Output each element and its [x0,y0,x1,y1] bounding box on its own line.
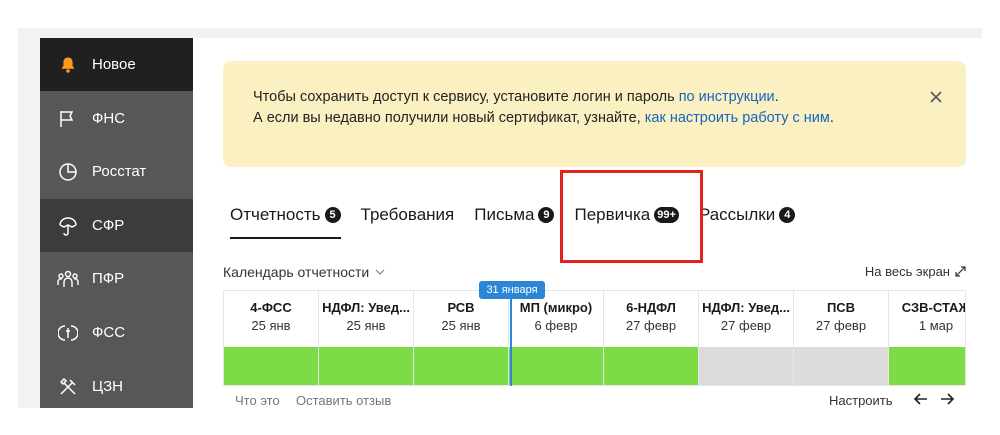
tab-label: Отчетность [230,205,321,224]
calendar-title: Календарь отчетности [223,264,370,280]
sidebar-item-label: ФСС [92,324,126,341]
expand-icon [955,266,966,277]
calendar-column[interactable]: 6-НДФЛ 27 февр [604,291,699,385]
report-name: 4-ФСС [250,300,292,315]
status-bar [319,347,413,385]
status-bar [889,347,965,385]
feedback-link[interactable]: Оставить отзыв [296,393,391,408]
fullscreen-label: На весь экран [864,264,950,279]
people-icon [56,267,80,291]
tab-mailings[interactable]: Рассылки 4 [698,203,796,227]
report-name: РСВ [447,300,475,315]
bell-icon [56,53,80,77]
notice-line-1: Чтобы сохранить доступ к сервису, устано… [253,89,679,105]
tab-requirements[interactable]: Требования [361,203,455,227]
tab-label: Письма [474,205,535,224]
sidebar-item-sfr[interactable]: СФР [40,199,193,252]
setup-link[interactable]: Настроить [829,393,893,408]
tab-label: Требования [360,205,455,224]
tab-reporting[interactable]: Отчетность 5 [230,203,341,239]
calendar-column[interactable]: ПСВ 27 февр [794,291,889,385]
highlight-box [560,170,703,263]
calendar-column[interactable]: СЗВ-СТАЖ 1 мар [889,291,966,385]
calendar-title-dropdown[interactable]: Календарь отчетности [223,264,385,280]
calendar-header: Календарь отчетности На весь экран [223,264,966,284]
sidebar-item-new[interactable]: Новое [40,38,193,91]
calendar-column[interactable]: НДФЛ: Увед... 27 февр [699,291,794,385]
instruction-link[interactable]: по инструкции [679,89,775,105]
today-marker-line [510,298,512,386]
calendar-column[interactable]: 4-ФСС 25 янв [224,291,319,385]
arrow-left-icon[interactable] [913,391,929,407]
sidebar-item-fss[interactable]: ФСС [40,306,193,359]
report-name: НДФЛ: Увед... [702,300,790,315]
report-name: СЗВ-СТАЖ [901,300,966,315]
status-bar [794,347,888,385]
sidebar-item-label: Росстат [92,163,147,180]
report-name: НДФЛ: Увед... [322,300,410,315]
notice-line-1-end: . [774,89,779,105]
status-bar [224,347,318,385]
calendar-column[interactable]: РСВ 25 янв [414,291,509,385]
report-date: 27 февр [720,318,772,333]
status-bar [699,347,793,385]
report-date: 25 янв [346,318,386,333]
report-date: 27 февр [625,318,677,333]
sidebar-item-pfr[interactable]: ПФР [40,252,193,305]
chevron-down-icon [375,269,385,275]
calendar-column[interactable]: НДФЛ: Увед... 25 янв [319,291,414,385]
sidebar-item-czn[interactable]: ЦЗН [40,360,193,408]
umbrella-icon [56,214,80,238]
fullscreen-button[interactable]: На весь экран [865,264,966,279]
report-date: 27 февр [815,318,867,333]
report-name: ПСВ [826,300,856,315]
report-date: 25 янв [251,318,291,333]
sidebar: Новое ФНС Росстат СФР ПФР ФСС ЦЗН [40,38,193,408]
tab-label: Рассылки [698,205,776,224]
notice-banner: Чтобы сохранить доступ к сервису, устано… [223,61,966,167]
sidebar-item-label: Новое [92,56,136,73]
pie-chart-icon [56,160,80,184]
count-badge: 9 [538,207,555,223]
status-bar [509,347,603,385]
today-marker-label: 31 января [479,281,545,299]
sidebar-item-label: ЦЗН [92,378,123,395]
setup-certificate-link[interactable]: как настроить работу с ним [645,110,830,126]
arrow-right-icon[interactable] [939,391,955,407]
report-date: 25 янв [441,318,481,333]
sidebar-item-label: СФР [92,217,125,234]
sidebar-item-label: ПФР [92,270,125,287]
calendar-footer: Что это Оставить отзыв Настроить [223,393,966,408]
sidebar-item-fns[interactable]: ФНС [40,92,193,145]
calendar-grid: 4-ФСС 25 янв НДФЛ: Увед... 25 янв РСВ 25 янв М… [223,290,966,386]
tabs-bar: Отчетность 5 Требования Письма 9 Первичк… [230,203,815,239]
tab-letters[interactable]: Письма 9 [474,203,555,227]
calendar-column[interactable]: МП (микро) 6 февр [509,291,604,385]
notice-text: Чтобы сохранить доступ к сервису, устано… [253,87,834,129]
count-badge: 5 [324,207,341,223]
status-bar [604,347,698,385]
report-date: 6 февр [534,318,578,333]
shield-hand-icon [56,321,80,345]
close-icon[interactable] [929,90,943,104]
report-name: 6-НДФЛ [626,300,676,315]
report-date: 1 мар [918,318,954,333]
what-is-it-link[interactable]: Что это [235,393,280,408]
flag-icon [56,107,80,131]
report-name: МП (микро) [519,300,593,315]
notice-line-2: А если вы недавно получили новый сертифи… [253,110,645,126]
app-frame: Новое ФНС Росстат СФР ПФР ФСС ЦЗН Чтобы … [18,28,982,408]
tools-icon [56,375,80,399]
count-badge: 4 [779,207,796,223]
sidebar-item-rosstat[interactable]: Росстат [40,145,193,198]
notice-line-2-end: . [829,110,834,126]
sidebar-item-label: ФНС [92,110,126,127]
status-bar [414,347,508,385]
